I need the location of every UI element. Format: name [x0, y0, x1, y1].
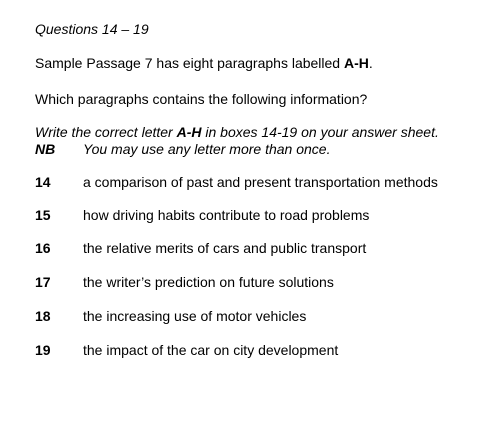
question-text: the impact of the car on city developmen…	[83, 342, 339, 358]
question-number: 15	[35, 207, 51, 223]
question-text: the increasing use of motor vehicles	[83, 308, 307, 324]
question-number: 14	[35, 174, 51, 190]
intro-range: A-H	[343, 55, 369, 71]
note-label: NB	[35, 141, 56, 157]
instruction-line: Write the correct letter A-H in boxes 14…	[35, 124, 439, 141]
intro-line: Sample Passage 7 has eight paragraphs la…	[35, 55, 373, 72]
question-text: the writer’s prediction on future soluti…	[83, 274, 334, 290]
note-text: You may use any letter more than once.	[83, 141, 331, 157]
instruction-range: A-H	[176, 124, 202, 140]
section-heading: Questions 14 – 19	[35, 21, 149, 37]
instruction-prefix: Write the correct letter	[35, 124, 177, 140]
question-number: 18	[35, 308, 51, 324]
question-page: Questions 14 – 19 Sample Passage 7 has e…	[0, 0, 482, 422]
instruction-suffix: in boxes 14-19 on your answer sheet.	[201, 124, 439, 140]
question-number: 17	[35, 274, 51, 290]
question-text: how driving habits contribute to road pr…	[83, 207, 370, 223]
intro-suffix: .	[368, 55, 373, 71]
question-text: the relative merits of cars and public t…	[83, 240, 367, 256]
question-number: 19	[35, 342, 51, 358]
question-prompt: Which paragraphs contains the following …	[35, 91, 368, 107]
question-text: a comparison of past and present transpo…	[83, 174, 438, 190]
intro-prefix: Sample Passage 7 has eight paragraphs la…	[35, 55, 344, 71]
question-number: 16	[35, 240, 51, 256]
